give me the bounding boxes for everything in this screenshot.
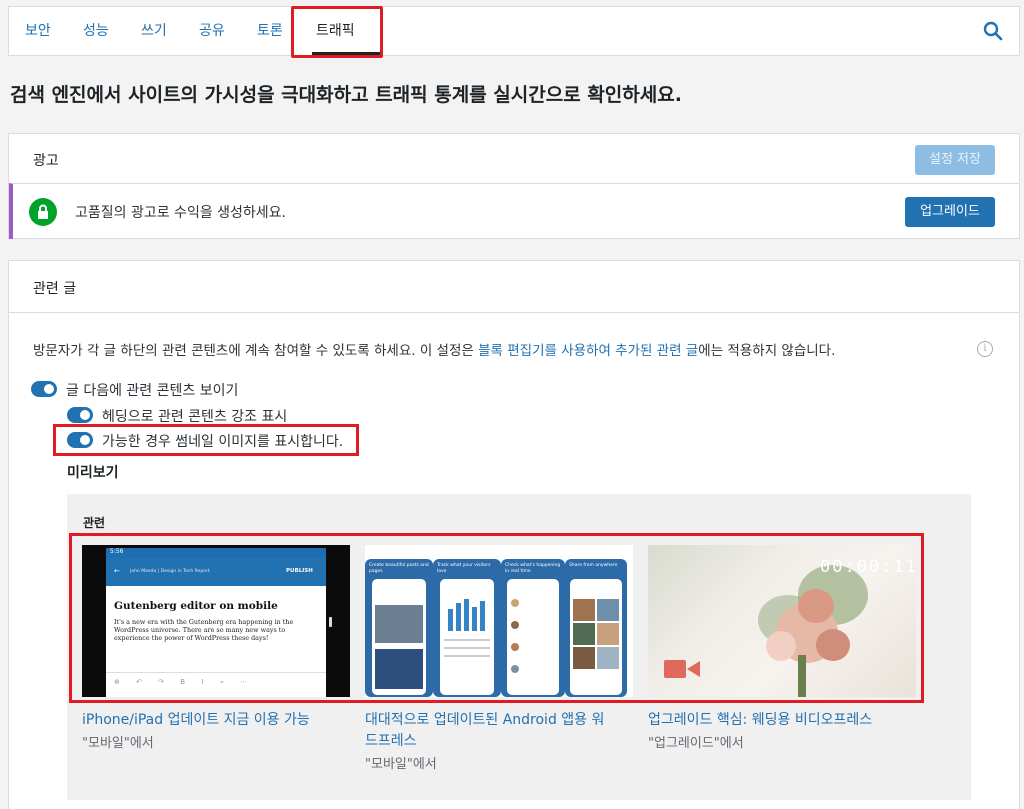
tab-writing[interactable]: 쓰기 [141,7,167,55]
editor-toolbar-icons: ⊕ ↶ ↷ B I ⌁ ⋯ [114,678,255,686]
active-tab-indicator [312,52,380,55]
post-thumbnail-3[interactable]: 00:00:11 [648,545,916,697]
editor-heading: Gutenberg editor on mobile [114,600,278,612]
post-thumbnail-1[interactable]: 5:56 ← John Maeda | Design in Tech Repor… [82,545,350,697]
highlight-heading-toggle[interactable] [67,407,93,423]
post-category-1: "모바일"에서 [82,736,154,751]
post-thumbnail-2[interactable]: Create beautiful posts and pages Track w… [365,545,633,697]
nudge-text: 고품질의 광고로 수익을 생성하세요. [75,205,286,221]
tab-security[interactable]: 보안 [25,7,51,55]
tab-performance[interactable]: 성능 [83,7,109,55]
section-nav: 보안 성능 쓰기 공유 토론 트래픽 [8,6,1020,56]
post-title-1[interactable]: iPhone/iPad 업데이트 지금 이용 가능 [82,710,310,731]
lock-icon [29,198,57,226]
tab-sharing[interactable]: 공유 [199,7,225,55]
editor-topbar-title: John Maeda | Design in Tech Report [130,569,210,574]
related-card-title: 관련 글 [33,281,77,297]
ads-card: 광고 설정 저장 고품질의 광고로 수익을 생성하세요. 업그레이드 [8,133,1020,239]
post-title-2[interactable]: 대대적으로 업데이트된 Android 앱용 워 드프레스 [365,710,635,752]
page-headline: 검색 엔진에서 사이트의 가시성을 극대화하고 트래픽 통계를 실시간으로 확인… [10,84,682,106]
show-thumbnails-toggle[interactable] [67,432,93,448]
highlight-heading-label: 헤딩으로 관련 콘텐츠 강조 표시 [102,409,288,425]
video-camera-icon [664,659,700,679]
save-settings-button[interactable]: 설정 저장 [915,145,995,175]
preview-label: 미리보기 [67,465,119,481]
preview-related-heading: 관련 [83,516,106,530]
post-category-2: "모바일"에서 [365,757,437,772]
post-category-3: "업그레이드"에서 [648,736,744,751]
related-card-header: 관련 글 [9,261,1019,313]
status-time: 5:56 [110,548,124,555]
related-description: 방문자가 각 글 하단의 관련 콘텐츠에 계속 참여할 수 있도록 하세요. 이… [33,343,836,359]
editor-body: It's a new era with the Gutenberg era ha… [114,618,294,643]
upgrade-button[interactable]: 업그레이드 [905,197,995,227]
back-arrow-icon: ← [114,567,120,575]
show-thumbnails-label: 가능한 경우 썸네일 이미지를 표시합니다. [102,434,344,450]
post-title-3[interactable]: 업그레이드 핵심: 웨딩용 비디오프레스 [648,710,872,731]
show-related-label: 글 다음에 관련 콘텐츠 보이기 [66,383,239,399]
tab-discussion[interactable]: 토론 [257,7,283,55]
block-editor-link[interactable]: 블록 편집기를 사용하여 추가된 관련 글 [478,343,698,359]
search-icon[interactable] [983,21,1003,41]
info-icon[interactable]: i [977,341,993,357]
upgrade-nudge: 고품질의 광고로 수익을 생성하세요. 업그레이드 [9,183,1019,239]
tab-traffic[interactable]: 트래픽 [316,7,355,55]
ads-card-title: 광고 [33,153,59,169]
video-timer: 00:00:11 [820,557,916,577]
publish-label: PUBLISH [286,568,313,574]
show-related-toggle[interactable] [31,381,57,397]
